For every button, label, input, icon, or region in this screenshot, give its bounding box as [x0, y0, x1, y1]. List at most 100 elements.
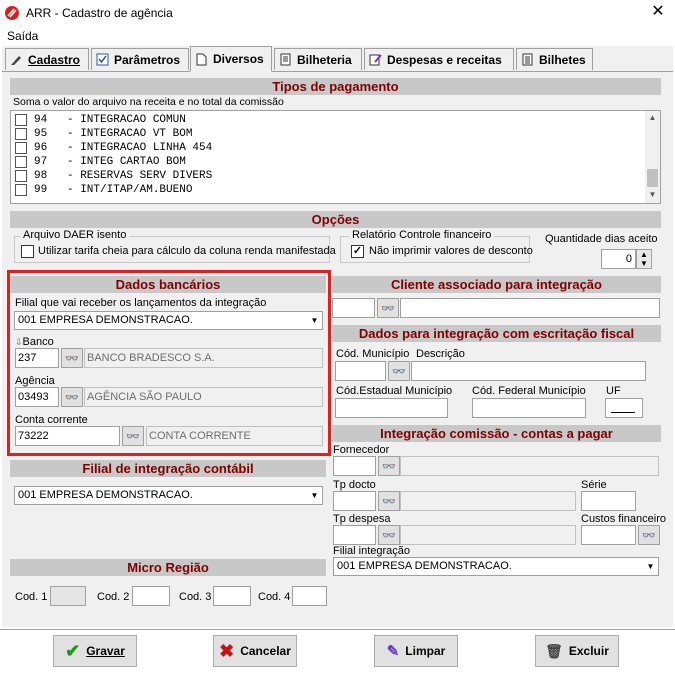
- binoculars-icon[interactable]: 👓: [378, 456, 400, 476]
- tab-label: Despesas e receitas: [387, 52, 502, 67]
- scroll-up-icon[interactable]: ▲: [647, 113, 658, 124]
- list-item-checkbox[interactable]: [15, 170, 27, 182]
- menu-saida[interactable]: Saída: [7, 29, 38, 43]
- fornecedor-name-field: [400, 456, 659, 476]
- list-item-label: 96 - INTEGRACAO LINHA 454: [34, 142, 213, 154]
- binoculars-icon[interactable]: 👓: [378, 525, 400, 545]
- cancelar-label: Cancelar: [240, 644, 291, 658]
- fornecedor-input[interactable]: [333, 456, 376, 476]
- quantidade-dias-input[interactable]: 0: [601, 249, 636, 269]
- cod1-label: Cod. 1: [15, 591, 48, 603]
- section-header-comissao: Integração comissão - contas a pagar: [332, 425, 661, 442]
- cod1-input[interactable]: [50, 586, 86, 606]
- tp-docto-name-field: [400, 491, 576, 511]
- check-icon: ✔: [65, 641, 81, 661]
- trash-icon: 🗑: [545, 643, 563, 659]
- cod2-input[interactable]: [132, 586, 170, 606]
- list-item[interactable]: 97 - INTEG CARTAO BOM: [15, 155, 186, 169]
- binoculars-icon[interactable]: 👓: [388, 361, 410, 381]
- tab-strip: Cadastro Parâmetros Diversos Bilheteria …: [2, 46, 673, 72]
- tp-despesa-label: Tp despesa: [333, 513, 391, 525]
- excluir-button[interactable]: 🗑 Excluir: [535, 635, 619, 667]
- binoculars-icon[interactable]: 👓: [377, 298, 399, 318]
- cod-federal-label: Cód. Federal Município: [472, 385, 586, 397]
- gravar-button[interactable]: ✔ Gravar: [53, 635, 137, 667]
- list-item-label: 98 - RESERVAS SERV DIVERS: [34, 170, 213, 182]
- tab-parametros[interactable]: Parâmetros: [91, 48, 189, 70]
- custos-financeiro-input[interactable]: [581, 525, 636, 545]
- list-item[interactable]: 99 - INT/ITAP/AM.BUENO: [15, 183, 192, 197]
- close-icon[interactable]: ✕: [650, 3, 666, 21]
- cod2-label: Cod. 2: [97, 591, 130, 603]
- list-item-checkbox[interactable]: [15, 184, 27, 196]
- filial-contabil-combo[interactable]: 001 EMPRESA DEMONSTRACAO. ▼: [14, 486, 323, 505]
- cliente-code-input[interactable]: [332, 298, 375, 318]
- edit-doc-icon: [369, 54, 382, 66]
- filial-integracao-value: 001 EMPRESA DEMONSTRACAO.: [337, 560, 512, 572]
- tab-cadastro[interactable]: Cadastro: [5, 48, 89, 70]
- quantidade-dias-label: Quantidade dias aceito: [545, 233, 658, 245]
- filial-contabil-value: 001 EMPRESA DEMONSTRACAO.: [18, 489, 193, 501]
- pencil-icon: [11, 56, 21, 65]
- list-item-label: 97 - INTEG CARTAO BOM: [34, 156, 186, 168]
- checkbox-nao-imprimir-label: Não imprimir valores de desconto: [369, 245, 533, 257]
- cod3-label: Cod. 3: [179, 591, 212, 603]
- tipos-pagamento-note: Soma o valor do arquivo na receita e no …: [13, 96, 284, 108]
- chevron-down-icon[interactable]: ▼: [642, 558, 658, 575]
- tab-label: Diversos: [213, 52, 264, 66]
- descricao-label: Descrição: [416, 348, 465, 360]
- tab-label: Parâmetros: [114, 52, 181, 67]
- eraser-icon: ✎: [386, 642, 400, 660]
- uf-input[interactable]: [605, 398, 643, 418]
- list-item-checkbox[interactable]: [15, 114, 27, 126]
- cod-estadual-input[interactable]: [335, 398, 448, 418]
- group-label-relatorio: Relatório Controle financeiro: [349, 229, 495, 241]
- tab-diversos[interactable]: Diversos: [190, 46, 272, 72]
- list-item[interactable]: 98 - RESERVAS SERV DIVERS: [15, 169, 212, 183]
- tp-despesa-input[interactable]: [333, 525, 376, 545]
- window-title: ARR - Cadastro de agência: [26, 6, 173, 20]
- tp-despesa-name-field: [400, 525, 576, 545]
- tab-bilhetes[interactable]: Bilhetes: [516, 48, 593, 70]
- cod3-input[interactable]: [213, 586, 251, 606]
- cancelar-button[interactable]: ✖ Cancelar: [213, 635, 297, 667]
- list-item-checkbox[interactable]: [15, 128, 27, 140]
- cod-municipio-label: Cód. Município: [336, 348, 410, 360]
- section-header-fiscal: Dados para integração com escritação fis…: [332, 325, 661, 342]
- tab-despesas-receitas[interactable]: Despesas e receitas: [364, 48, 514, 70]
- sheet-icon: [280, 53, 291, 66]
- scroll-down-icon[interactable]: ▼: [647, 190, 658, 201]
- group-label-arquivo-daer: Arquivo DAER isento: [20, 229, 130, 241]
- binoculars-icon[interactable]: 👓: [378, 491, 400, 511]
- checkbox-nao-imprimir[interactable]: ✓: [351, 245, 364, 258]
- serie-input[interactable]: [581, 491, 636, 511]
- chevron-down-icon[interactable]: ▼: [306, 487, 322, 504]
- quantidade-spinner-icon[interactable]: ▲ ▼: [636, 249, 652, 269]
- cod4-input[interactable]: [292, 586, 327, 606]
- scroll-thumb[interactable]: [647, 169, 658, 187]
- list-item-checkbox[interactable]: [15, 156, 27, 168]
- cod-federal-input[interactable]: [472, 398, 586, 418]
- list-scrollbar[interactable]: ▲ ▼: [645, 111, 660, 203]
- section-header-cliente: Cliente associado para integração: [332, 276, 661, 293]
- cod-municipio-input[interactable]: [335, 361, 386, 381]
- custos-financeiro-label: Custos financeiro: [581, 513, 666, 525]
- filial-integracao-label: Filial integração: [333, 545, 411, 557]
- list-item[interactable]: 94 - INTEGRACAO COMUN: [15, 113, 186, 127]
- fornecedor-label: Fornecedor: [333, 444, 390, 456]
- list-item-checkbox[interactable]: [15, 142, 27, 154]
- binoculars-icon[interactable]: 👓: [638, 525, 660, 545]
- ticket-icon: [522, 53, 533, 66]
- cod-estadual-label: Cód.Estadual Município: [336, 385, 453, 397]
- filial-integracao-combo[interactable]: 001 EMPRESA DEMONSTRACAO. ▼: [333, 557, 659, 576]
- gravar-label: Gravar: [86, 644, 125, 658]
- serie-label: Série: [581, 479, 607, 491]
- tp-docto-input[interactable]: [333, 491, 376, 511]
- list-item[interactable]: 96 - INTEGRACAO LINHA 454: [15, 141, 212, 155]
- tab-bilheteria[interactable]: Bilheteria: [274, 48, 362, 70]
- tipos-pagamento-list[interactable]: 94 - INTEGRACAO COMUN 95 - INTEGRACAO VT…: [10, 110, 661, 204]
- list-item[interactable]: 95 - INTEGRACAO VT BOM: [15, 127, 192, 141]
- checkbox-tarifa-cheia[interactable]: [21, 245, 34, 258]
- limpar-button[interactable]: ✎ Limpar: [374, 635, 458, 667]
- tab-label: Cadastro: [28, 52, 81, 67]
